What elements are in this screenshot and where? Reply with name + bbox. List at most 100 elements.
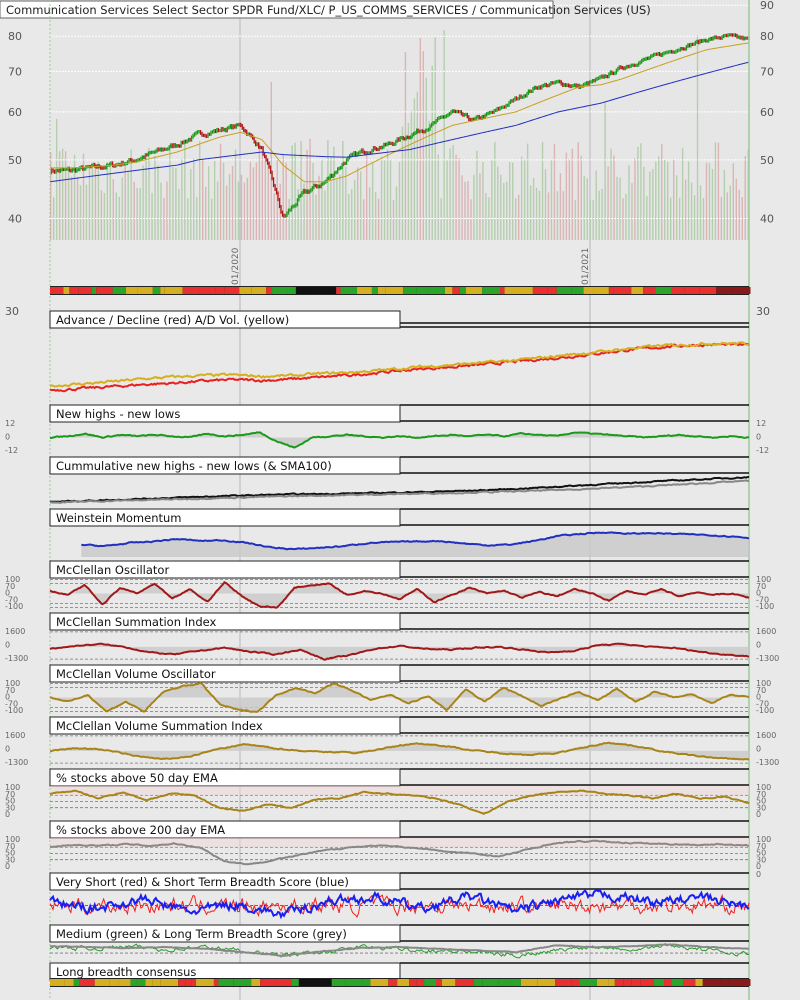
- short-breadth-band-segment: [403, 287, 417, 294]
- long-breadth-band-segment: [73, 979, 80, 986]
- long-breadth-band-segment: [118, 979, 131, 986]
- volume-bar: [473, 174, 475, 240]
- short-breadth-band-segment: [465, 287, 483, 294]
- short-breadth-band-segment: [272, 287, 287, 294]
- volume-bar: [273, 193, 275, 240]
- volume-bar: [398, 161, 401, 240]
- panel-new-highs-new-lows-tick-left: -12: [5, 446, 18, 455]
- panel-mcclellan-oscillator-tick-right: -100: [756, 602, 774, 611]
- short-breadth-band-segment: [164, 287, 183, 294]
- long-breadth-band-segment: [291, 979, 299, 986]
- short-breadth-band-segment: [427, 287, 445, 294]
- short-breadth-band-segment: [295, 287, 313, 294]
- long-breadth-band-segment: [152, 979, 161, 986]
- volume-bar: [723, 169, 726, 240]
- volume-bar: [515, 198, 517, 240]
- long-breadth-band-segment: [498, 979, 511, 986]
- volume-bar: [479, 173, 481, 240]
- volume-bar: [619, 177, 621, 240]
- long-breadth-band-segment: [482, 979, 499, 986]
- volume-bar: [91, 165, 94, 240]
- volume-bar: [225, 185, 228, 240]
- short-breadth-band-segment: [613, 287, 632, 294]
- volume-bar: [586, 178, 588, 240]
- panel-new-highs-new-lows-tick-left: 12: [5, 419, 15, 428]
- volume-bar: [249, 161, 252, 240]
- volume-bar: [231, 165, 234, 240]
- short-breadth-band-segment: [182, 287, 200, 294]
- long-breadth-band-segment: [298, 979, 310, 986]
- short-breadth-band-segment: [515, 287, 533, 294]
- volume-bar: [374, 192, 377, 240]
- long-breadth-band-segment: [728, 979, 744, 986]
- long-breadth-band-segment: [424, 979, 436, 986]
- volume-bar: [637, 146, 639, 240]
- long-breadth-band-segment: [579, 979, 597, 986]
- volume-bar: [476, 150, 478, 240]
- volume-bar: [321, 159, 323, 240]
- panel-mcclellan-volume-summation-index-tick-right: 0: [756, 745, 761, 754]
- short-breadth-band-segment: [684, 287, 700, 294]
- long-breadth-band-segment: [345, 979, 363, 986]
- volume-bar: [541, 141, 544, 240]
- volume-bar: [705, 162, 708, 240]
- volume-bar: [675, 175, 678, 240]
- volume-bar: [702, 197, 705, 240]
- volume-bar: [252, 167, 255, 240]
- short-breadth-band-segment: [199, 287, 216, 294]
- volume-bar: [178, 188, 180, 240]
- volume-bar: [172, 167, 174, 240]
- long-breadth-band-segment: [455, 979, 474, 986]
- volume-bar: [559, 173, 562, 240]
- volume-bar: [386, 149, 389, 240]
- volume-bar: [649, 171, 651, 240]
- volume-bar: [377, 198, 380, 240]
- volume-bar: [351, 188, 353, 240]
- volume-bar: [643, 166, 645, 240]
- volume-bar: [365, 150, 368, 240]
- volume-bar: [142, 165, 144, 240]
- long-breadth-band-segment: [640, 979, 654, 986]
- volume-bar: [127, 172, 129, 240]
- volume-bar: [371, 161, 374, 240]
- long-breadth-band-segment: [362, 979, 371, 986]
- volume-bar: [109, 161, 112, 240]
- volume-bar: [538, 190, 541, 240]
- long-breadth-band-segment: [388, 979, 398, 986]
- panel-weinstein-momentum-title: Weinstein Momentum: [56, 511, 182, 525]
- volume-bar: [711, 168, 714, 240]
- long-breadth-band-segment: [695, 979, 703, 986]
- panel-mcclellan-summation-index-title: McClellan Summation Index: [56, 615, 217, 629]
- long-breadth-band-segment: [436, 979, 442, 986]
- volume-bar: [434, 37, 436, 241]
- panel-medium-green-long-term-breadth-score-grey-line-long: [49, 943, 750, 957]
- volume-bar: [717, 142, 720, 240]
- volume-bar: [598, 190, 600, 240]
- volume-bar: [100, 190, 103, 240]
- volume-bar: [571, 148, 574, 240]
- volume-bar: [76, 176, 79, 240]
- long-breadth-band-segment: [94, 979, 110, 986]
- volume-bar: [255, 162, 258, 240]
- volume-bar: [738, 189, 740, 240]
- volume-bar: [258, 143, 261, 240]
- price-tick-right: 80: [760, 30, 774, 43]
- volume-bar: [640, 143, 642, 240]
- volume-bar: [652, 169, 654, 240]
- volume-bar: [458, 158, 460, 240]
- volume-bar: [124, 161, 126, 240]
- volume-bar: [55, 118, 58, 240]
- volume-bar: [556, 191, 559, 240]
- volume-bar: [410, 110, 413, 241]
- volume-bar: [383, 159, 386, 240]
- volume-bar: [267, 162, 269, 240]
- short-breadth-band-segment: [50, 287, 64, 294]
- volume-bar: [565, 152, 568, 240]
- long-breadth-band-segment: [251, 979, 261, 986]
- volume-bar: [494, 141, 496, 240]
- long-breadth-band-segment: [397, 979, 410, 986]
- volume-bar: [336, 179, 338, 240]
- volume-bar: [213, 160, 216, 240]
- panel-mcclellan-volume-summation-index-tick-right: -1300: [756, 758, 779, 767]
- volume-bar: [261, 150, 264, 240]
